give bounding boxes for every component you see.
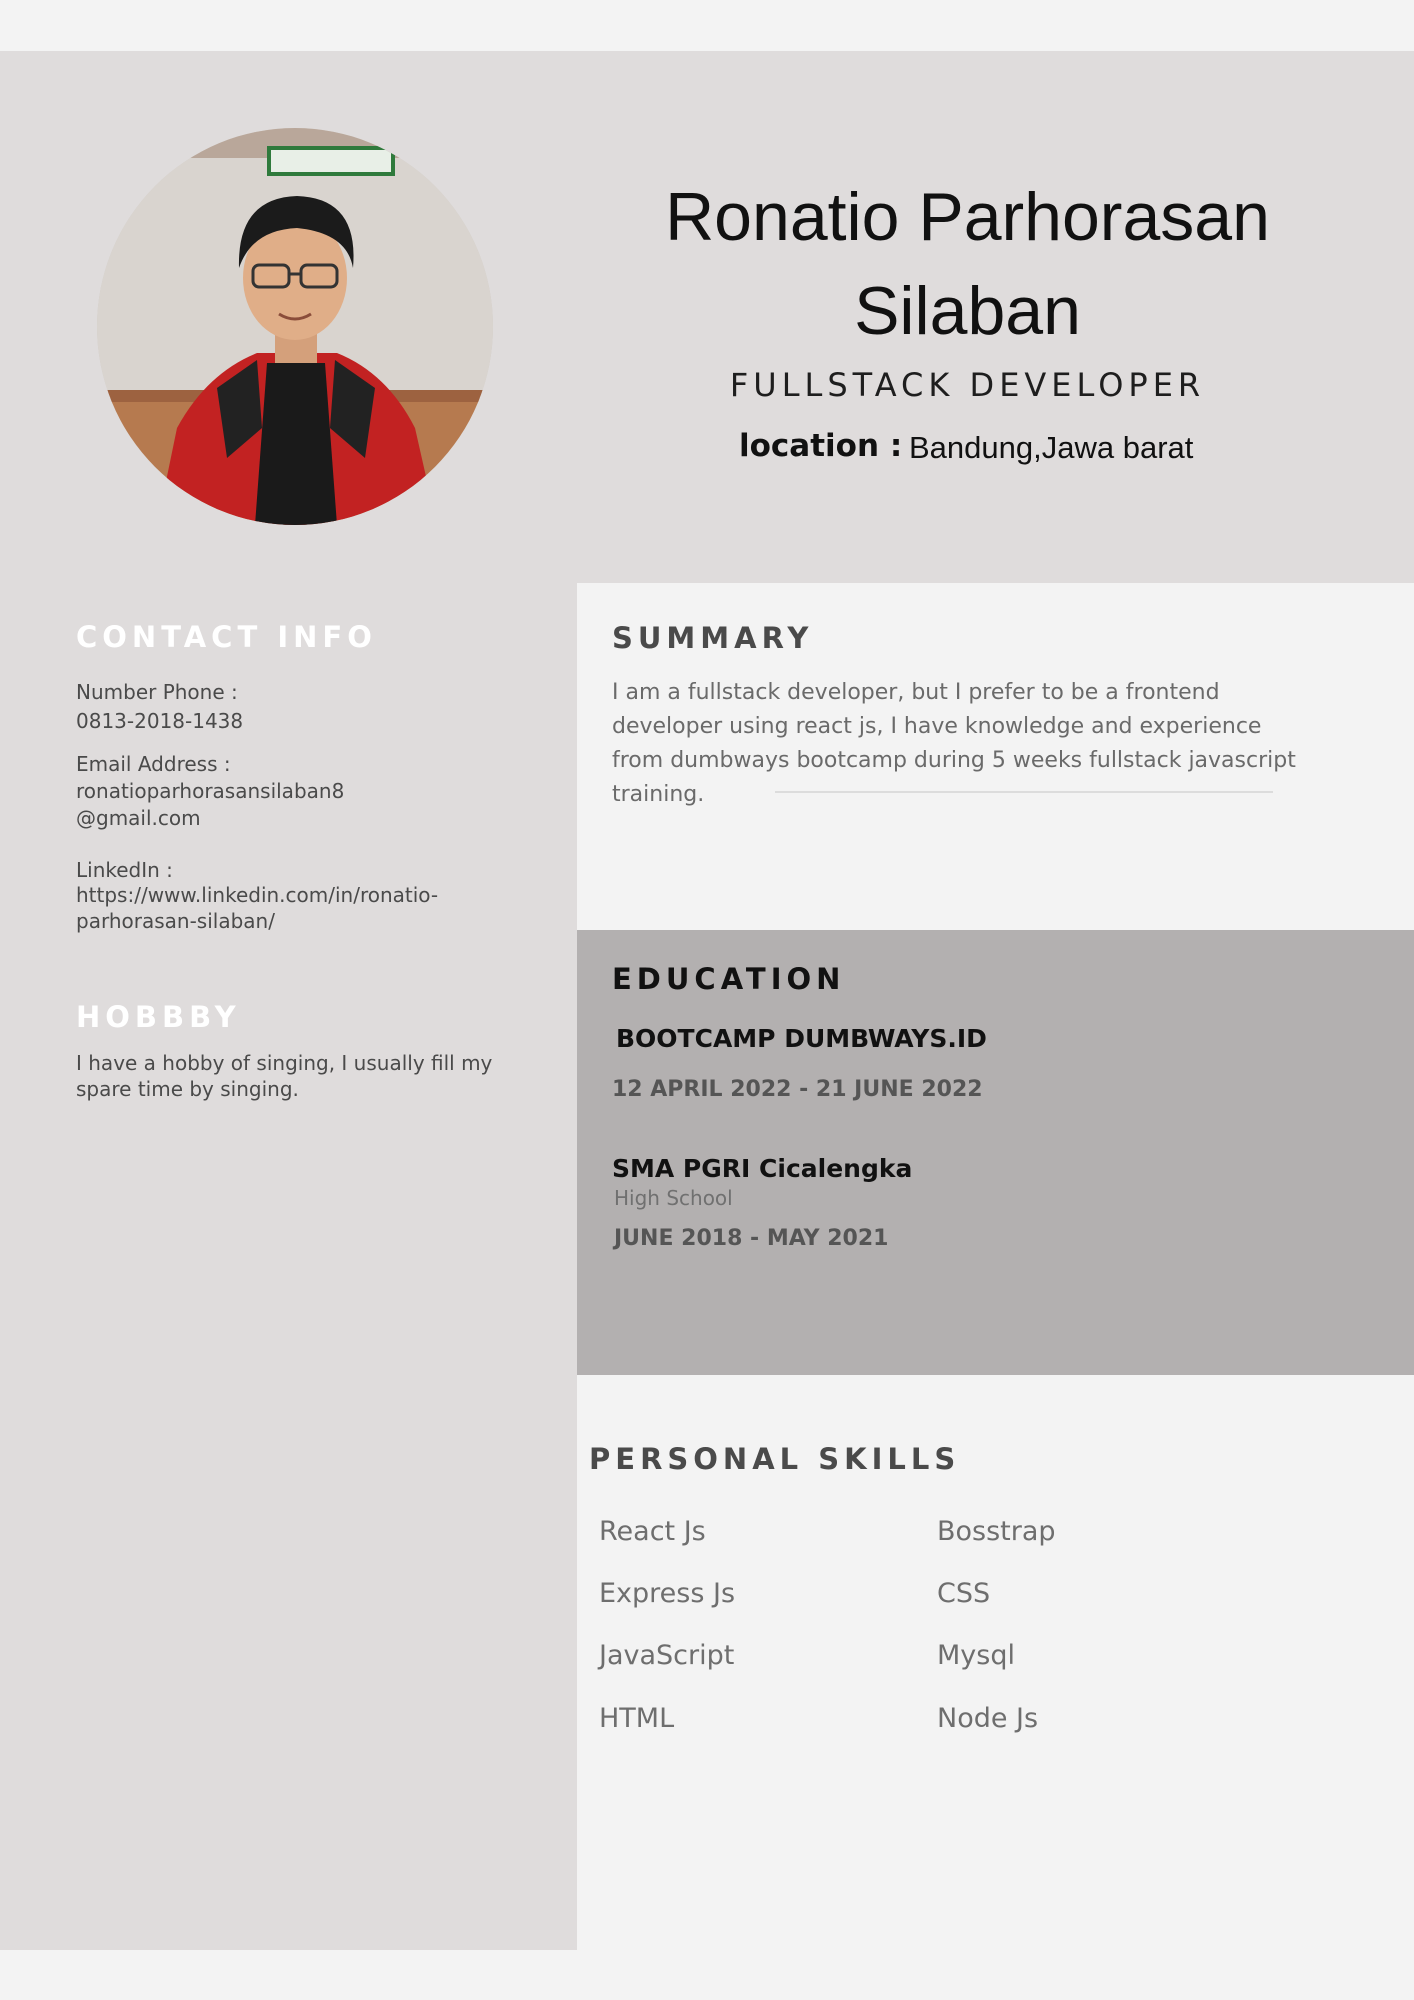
email-label: Email Address : xyxy=(76,752,231,776)
skill-item: Express Js xyxy=(599,1578,736,1609)
linkedin-value-line1: https://www.linkedin.com/in/ronatio- xyxy=(76,883,439,907)
education-heading: EDUCATION xyxy=(612,962,846,996)
education-date-1: 12 APRIL 2022 - 21 JUNE 2022 xyxy=(612,1077,983,1102)
person-name-line2: Silaban xyxy=(854,273,1081,349)
skill-item: HTML xyxy=(599,1703,675,1734)
summary-line: training. xyxy=(612,782,705,807)
skill-item: React Js xyxy=(599,1516,706,1547)
linkedin-label: LinkedIn : xyxy=(76,858,173,882)
hobby-text-line2: spare time by singing. xyxy=(76,1077,299,1101)
skill-item: Node Js xyxy=(937,1703,1039,1734)
email-value-line1: ronatioparhorasansilaban8 xyxy=(76,779,345,803)
summary-line: developer using react js, I have knowled… xyxy=(612,714,1262,739)
phone-label: Number Phone : xyxy=(76,680,238,704)
location-label: location : xyxy=(739,428,903,464)
education-level-2: High School xyxy=(614,1186,733,1210)
email-value-line2: @gmail.com xyxy=(76,806,201,830)
summary-divider xyxy=(775,791,1273,793)
summary-heading: SUMMARY xyxy=(612,621,814,655)
linkedin-value-line2: parhorasan-silaban/ xyxy=(76,909,275,933)
education-school-1: BOOTCAMP DUMBWAYS.ID xyxy=(616,1024,987,1053)
phone-value: 0813-2018-1438 xyxy=(76,709,244,733)
skill-item: JavaScript xyxy=(599,1640,735,1671)
skill-item: Mysql xyxy=(937,1640,1015,1671)
summary-line: I am a fullstack developer, but I prefer… xyxy=(612,680,1220,705)
education-panel xyxy=(577,930,1414,1375)
skill-item: Bosstrap xyxy=(937,1516,1056,1547)
profile-photo xyxy=(97,128,493,525)
skill-item: CSS xyxy=(937,1578,991,1609)
hobby-text-line1: I have a hobby of singing, I usually fil… xyxy=(76,1051,493,1075)
person-name: Ronatio Parhorasan Silaban xyxy=(600,170,1335,358)
person-name-line1: Ronatio Parhorasan xyxy=(665,179,1270,255)
job-title: FULLSTACK DEVELOPER xyxy=(729,366,1206,404)
skills-heading: PERSONAL SKILLS xyxy=(589,1442,961,1476)
location-value: Bandung,Jawa barat xyxy=(909,430,1194,465)
education-date-2: JUNE 2018 - MAY 2021 xyxy=(614,1226,889,1251)
education-school-2: SMA PGRI Cicalengka xyxy=(612,1154,913,1183)
summary-line: from dumbways bootcamp during 5 weeks fu… xyxy=(612,748,1296,773)
contact-info-heading: CONTACT INFO xyxy=(76,620,377,654)
hobby-heading: HOBBBY xyxy=(76,1000,241,1034)
